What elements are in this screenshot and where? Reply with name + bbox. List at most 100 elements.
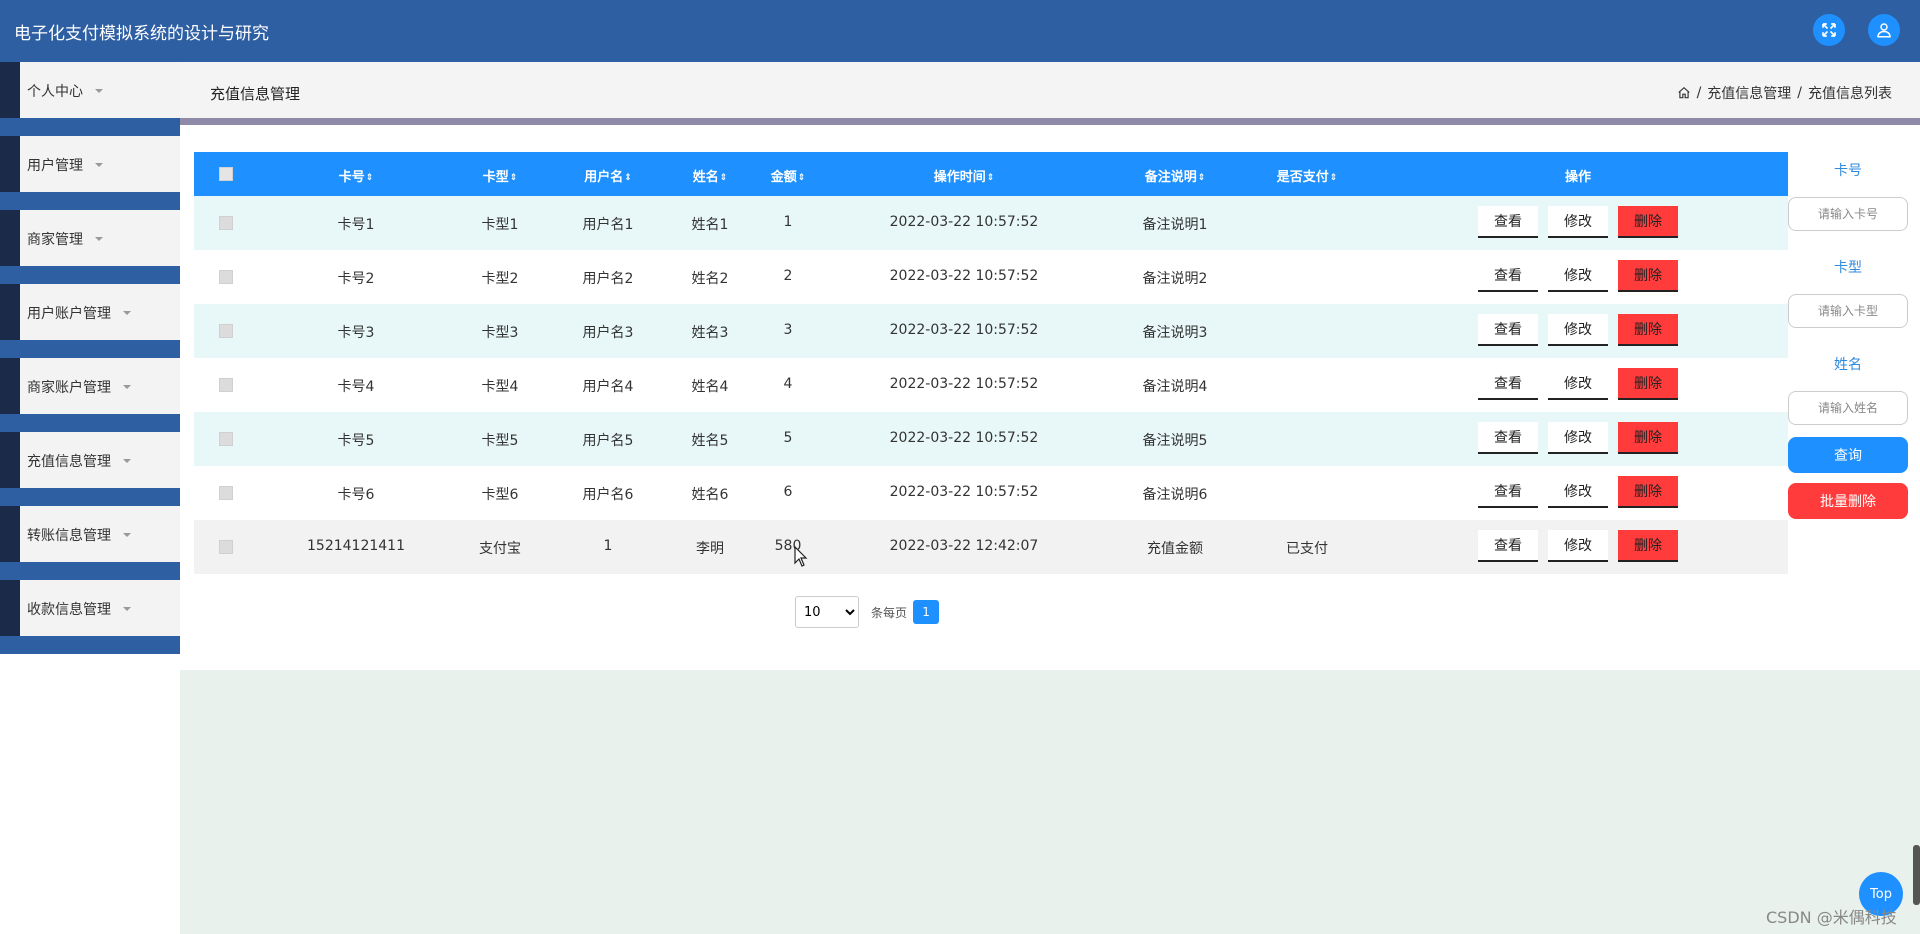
cell-card-type: 卡型6 xyxy=(481,487,519,503)
page-number-current[interactable]: 1 xyxy=(913,600,940,624)
column-header-note[interactable]: 备注说明⇕ xyxy=(1145,166,1206,185)
top-bar: 电子化支付模拟系统的设计与研究 xyxy=(0,0,1920,62)
select-all-checkbox[interactable] xyxy=(219,167,233,181)
edit-button[interactable]: 修改 xyxy=(1548,530,1608,562)
fullscreen-icon xyxy=(1822,23,1836,37)
view-button[interactable]: 查看 xyxy=(1478,260,1538,292)
view-button[interactable]: 查看 xyxy=(1478,476,1538,508)
delete-button[interactable]: 删除 xyxy=(1618,206,1678,238)
sort-icon[interactable]: ⇕ xyxy=(1198,173,1206,183)
sort-icon[interactable]: ⇕ xyxy=(720,173,728,183)
sidebar-item-merchant-management[interactable]: 商家管理 xyxy=(0,210,180,284)
delete-button[interactable]: 删除 xyxy=(1618,530,1678,562)
sidebar-item-divider xyxy=(0,118,180,136)
sidebar-item-box[interactable]: 充值信息管理 xyxy=(20,432,180,488)
sidebar-item-personal-center[interactable]: 个人中心 xyxy=(0,62,180,136)
sidebar-item-merchant-account-management[interactable]: 商家账户管理 xyxy=(0,358,180,432)
delete-button[interactable]: 删除 xyxy=(1618,260,1678,292)
name-input[interactable] xyxy=(1788,391,1908,425)
row-checkbox[interactable] xyxy=(219,378,233,392)
sidebar-item-user-management[interactable]: 用户管理 xyxy=(0,136,180,210)
sidebar-item-user-account-management[interactable]: 用户账户管理 xyxy=(0,284,180,358)
sort-icon[interactable]: ⇕ xyxy=(366,173,374,183)
delete-button[interactable]: 删除 xyxy=(1618,476,1678,508)
sidebar-item-transfer-info-management[interactable]: 转账信息管理 xyxy=(0,506,180,580)
sort-icon[interactable]: ⇕ xyxy=(510,173,518,183)
sidebar-item-box[interactable]: 收款信息管理 xyxy=(20,580,180,636)
delete-button[interactable]: 删除 xyxy=(1618,422,1678,454)
cell-card-no: 卡号6 xyxy=(337,487,375,503)
sort-icon[interactable]: ⇕ xyxy=(987,173,995,183)
table-header: 卡号⇕ 卡型⇕ 用户名⇕ 姓名⇕ 金额⇕ 操作时间⇕ 备注说明⇕ 是否支付⇕ 操作 xyxy=(194,152,1788,196)
per-page-label: 条每页 xyxy=(871,605,908,620)
breadcrumb-item-module[interactable]: 充值信息管理 xyxy=(1707,83,1791,103)
sidebar-item-receipt-info-management[interactable]: 收款信息管理 xyxy=(0,580,180,654)
cell-card-type: 卡型5 xyxy=(481,433,519,449)
view-button[interactable]: 查看 xyxy=(1478,314,1538,346)
card-type-input[interactable] xyxy=(1788,294,1908,328)
column-header-paid-status[interactable]: 是否支付⇕ xyxy=(1277,166,1338,185)
edit-button[interactable]: 修改 xyxy=(1548,206,1608,238)
row-checkbox[interactable] xyxy=(219,216,233,230)
sidebar-item-divider xyxy=(0,340,180,358)
caret-down-icon xyxy=(123,533,131,537)
query-button[interactable]: 查询 xyxy=(1788,437,1908,473)
sidebar: 个人中心用户管理商家管理用户账户管理 商家账户管理充值信息管理转账信息管理 收款信息… xyxy=(0,62,180,934)
sidebar-item-label: 充值信息管理 xyxy=(27,454,111,470)
sidebar-item-box[interactable]: 转账信息管理 xyxy=(20,506,180,562)
sort-icon[interactable]: ⇕ xyxy=(624,173,632,183)
sort-icon[interactable]: ⇕ xyxy=(798,173,806,183)
cell-amount: 1 xyxy=(783,214,793,230)
cell-username: 1 xyxy=(603,538,613,554)
view-button[interactable]: 查看 xyxy=(1478,422,1538,454)
view-button[interactable]: 查看 xyxy=(1478,206,1538,238)
row-checkbox[interactable] xyxy=(219,324,233,338)
sidebar-item-box[interactable]: 商家账户管理 xyxy=(20,358,180,414)
mouse-cursor-icon xyxy=(794,546,808,567)
cell-username: 用户名2 xyxy=(582,271,634,287)
row-checkbox[interactable] xyxy=(219,540,233,554)
column-header-operation-time[interactable]: 操作时间⇕ xyxy=(934,166,995,185)
home-icon[interactable] xyxy=(1677,86,1691,100)
page-size-select[interactable]: 10 xyxy=(795,596,859,628)
edit-button[interactable]: 修改 xyxy=(1548,260,1608,292)
edit-button[interactable]: 修改 xyxy=(1548,422,1608,454)
card-no-input[interactable] xyxy=(1788,197,1908,231)
caret-down-icon xyxy=(95,237,103,241)
row-checkbox[interactable] xyxy=(219,432,233,446)
column-header-label: 卡型 xyxy=(482,170,509,185)
cell-note: 备注说明5 xyxy=(1142,433,1208,449)
column-header-username[interactable]: 用户名⇕ xyxy=(584,166,632,185)
sidebar-item-label: 个人中心 xyxy=(27,84,83,100)
pagination: 10 条每页 1 xyxy=(795,596,940,628)
batch-delete-button[interactable]: 批量删除 xyxy=(1788,483,1908,519)
sort-icon[interactable]: ⇕ xyxy=(1330,173,1338,183)
view-button[interactable]: 查看 xyxy=(1478,530,1538,562)
column-header-card-no[interactable]: 卡号⇕ xyxy=(339,166,374,185)
sidebar-item-box[interactable]: 商家管理 xyxy=(20,210,180,266)
delete-button[interactable]: 删除 xyxy=(1618,368,1678,400)
column-header-card-type[interactable]: 卡型⇕ xyxy=(483,166,518,185)
scrollbar-thumb[interactable] xyxy=(1913,845,1920,905)
edit-button[interactable]: 修改 xyxy=(1548,314,1608,346)
sidebar-item-recharge-info-management[interactable]: 充值信息管理 xyxy=(0,432,180,506)
edit-button[interactable]: 修改 xyxy=(1548,476,1608,508)
column-header-amount[interactable]: 金额⇕ xyxy=(771,166,806,185)
sidebar-item-box[interactable]: 个人中心 xyxy=(20,62,180,118)
edit-button[interactable]: 修改 xyxy=(1548,368,1608,400)
user-icon xyxy=(1877,23,1891,38)
sidebar-item-label: 用户管理 xyxy=(27,158,83,174)
row-checkbox[interactable] xyxy=(219,486,233,500)
cell-name: 姓名1 xyxy=(691,217,729,233)
delete-button[interactable]: 删除 xyxy=(1618,314,1678,346)
row-checkbox[interactable] xyxy=(219,270,233,284)
sidebar-item-box[interactable]: 用户管理 xyxy=(20,136,180,192)
table-row: 卡号4 卡型4 用户名4 姓名4 4 2022-03-22 10:57:52 备注说明4 查看… xyxy=(194,358,1788,412)
user-button[interactable] xyxy=(1868,14,1900,46)
app-title: 电子化支付模拟系统的设计与研究 xyxy=(14,24,269,44)
sidebar-item-box[interactable]: 用户账户管理 xyxy=(20,284,180,340)
fullscreen-button[interactable] xyxy=(1813,14,1845,46)
column-header-name[interactable]: 姓名⇕ xyxy=(693,166,728,185)
column-header-label: 卡号 xyxy=(338,170,365,185)
view-button[interactable]: 查看 xyxy=(1478,368,1538,400)
